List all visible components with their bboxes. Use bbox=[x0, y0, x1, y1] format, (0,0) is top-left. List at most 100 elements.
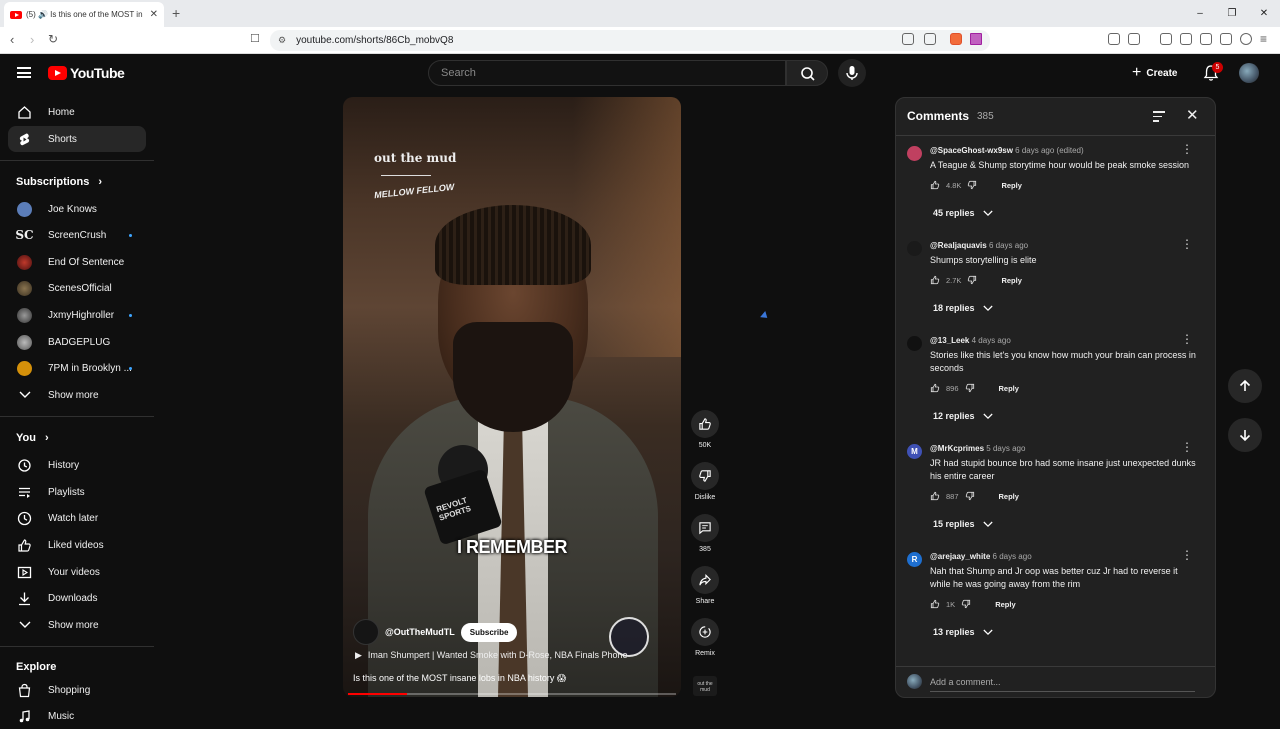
more-actions-icon[interactable]: ⋮ bbox=[1181, 441, 1193, 453]
search-button[interactable] bbox=[786, 60, 828, 86]
share-page-icon[interactable] bbox=[924, 33, 936, 45]
show-more-subscriptions[interactable]: Show more bbox=[8, 382, 146, 408]
sidebar-toggle-icon[interactable] bbox=[1180, 33, 1192, 45]
search-input[interactable]: Search bbox=[428, 60, 786, 86]
channel-avatar[interactable] bbox=[353, 619, 379, 645]
sidebar-item-home[interactable]: Home bbox=[8, 99, 146, 125]
shorts-video-player[interactable]: out the mud MELLOW FELLOW REVOLT SPORTS … bbox=[343, 97, 681, 697]
sidebar-item-subscription[interactable]: SC ScreenCrush bbox=[8, 222, 146, 248]
restore-button[interactable]: ❐ bbox=[1216, 0, 1248, 27]
brave-shields-icon[interactable] bbox=[950, 33, 962, 45]
close-tab-icon[interactable]: ✕ bbox=[150, 9, 158, 20]
reload-icon[interactable]: ↻ bbox=[48, 32, 58, 46]
sound-thumbnail[interactable]: out the mud bbox=[693, 676, 717, 696]
back-icon[interactable]: ‹ bbox=[10, 32, 14, 47]
comment-like-icon[interactable] bbox=[930, 599, 940, 609]
comment-like-icon[interactable] bbox=[930, 275, 940, 285]
view-replies-button[interactable]: 18 replies bbox=[933, 303, 993, 313]
comment-dislike-icon[interactable] bbox=[961, 599, 971, 609]
view-replies-button[interactable]: 13 replies bbox=[933, 627, 993, 637]
sidebar-item-liked-videos[interactable]: Liked videos bbox=[8, 532, 146, 558]
commenter-avatar[interactable]: M bbox=[907, 444, 922, 459]
commenter-avatar[interactable] bbox=[907, 241, 922, 256]
channel-handle[interactable]: @OutTheMudTL bbox=[385, 627, 455, 637]
comment-author[interactable]: @13_Leek bbox=[930, 336, 969, 345]
more-actions-icon[interactable]: ⋮ bbox=[1181, 143, 1193, 155]
sidebar-item-playlists[interactable]: Playlists bbox=[8, 479, 146, 505]
sidebar-item-subscription[interactable]: Joe Knows bbox=[8, 196, 146, 222]
like-button[interactable]: 50K bbox=[691, 410, 719, 449]
extensions-icon[interactable] bbox=[1108, 33, 1120, 45]
media-icon[interactable] bbox=[1160, 33, 1172, 45]
site-info-icon[interactable]: ⚙ bbox=[278, 35, 286, 46]
forward-icon[interactable]: › bbox=[30, 32, 34, 47]
comment-dislike-icon[interactable] bbox=[965, 491, 975, 501]
more-actions-icon[interactable]: ⋮ bbox=[1181, 333, 1193, 345]
related-video-link[interactable]: ▶ Iman Shumpert | Wanted Smoke with D-Ro… bbox=[355, 650, 628, 661]
sidebar-item-subscription[interactable]: 7PM in Brooklyn ... bbox=[8, 355, 146, 381]
close-window-button[interactable]: ✕ bbox=[1248, 0, 1280, 27]
reader-icon[interactable] bbox=[1128, 33, 1140, 45]
address-bar[interactable]: ⚙ youtube.com/shorts/86Cb_mobvQ8 bbox=[270, 30, 990, 51]
dislike-button[interactable]: Dislike bbox=[691, 462, 719, 501]
youtube-logo[interactable]: YouTube bbox=[48, 65, 125, 81]
sidebar-item-your-videos[interactable]: Your videos bbox=[8, 559, 146, 585]
more-actions-icon[interactable]: ⋮ bbox=[1181, 549, 1193, 561]
sort-icon[interactable] bbox=[1153, 111, 1165, 125]
view-replies-button[interactable]: 45 replies bbox=[933, 208, 993, 218]
comment-like-icon[interactable] bbox=[930, 383, 940, 393]
reply-button[interactable]: Reply bbox=[999, 384, 1019, 393]
comment-author[interactable]: @Realjaquavis bbox=[930, 241, 987, 250]
browser-tab[interactable]: (5) 🔊 Is this one of the MOST in ✕ bbox=[4, 2, 164, 27]
minimize-button[interactable]: – bbox=[1184, 0, 1216, 27]
share-button[interactable]: Share bbox=[691, 566, 719, 605]
sidebar-item-subscription[interactable]: ScenesOfficial bbox=[8, 275, 146, 301]
commenter-avatar[interactable]: R bbox=[907, 552, 922, 567]
comment-author[interactable]: @MrKcprimes bbox=[930, 444, 984, 453]
comment-author[interactable]: @arejaay_white bbox=[930, 552, 990, 561]
comment-dislike-icon[interactable] bbox=[967, 275, 977, 285]
menu-icon[interactable]: ≡ bbox=[1260, 32, 1267, 46]
subscriptions-heading[interactable]: Subscriptions › bbox=[16, 176, 102, 188]
wallet-icon[interactable] bbox=[1200, 33, 1212, 45]
leo-ai-icon[interactable] bbox=[1220, 33, 1232, 45]
you-heading[interactable]: You › bbox=[16, 432, 49, 444]
sidebar-item-downloads[interactable]: Downloads bbox=[8, 585, 146, 611]
next-short-button[interactable] bbox=[1228, 418, 1262, 452]
vpn-icon[interactable] bbox=[1240, 33, 1252, 45]
remix-button[interactable]: Remix bbox=[691, 618, 719, 657]
url-text[interactable]: youtube.com/shorts/86Cb_mobvQ8 bbox=[296, 35, 453, 46]
view-replies-button[interactable]: 12 replies bbox=[933, 411, 993, 421]
reply-button[interactable]: Reply bbox=[999, 492, 1019, 501]
sidebar-item-subscription[interactable]: JxmyHighroller bbox=[8, 302, 146, 328]
voice-search-button[interactable] bbox=[838, 59, 866, 87]
previous-short-button[interactable] bbox=[1228, 369, 1262, 403]
commenter-avatar[interactable] bbox=[907, 336, 922, 351]
sidebar-item-history[interactable]: History bbox=[8, 452, 146, 478]
account-avatar[interactable] bbox=[1239, 63, 1259, 83]
bookmark-icon[interactable]: ☐ bbox=[250, 32, 260, 45]
reply-button[interactable]: Reply bbox=[1001, 181, 1021, 190]
show-more-you[interactable]: Show more bbox=[8, 612, 146, 638]
comments-button[interactable]: 385 bbox=[691, 514, 719, 553]
comment-dislike-icon[interactable] bbox=[965, 383, 975, 393]
brave-rewards-icon[interactable] bbox=[970, 33, 982, 45]
reply-button[interactable]: Reply bbox=[1001, 276, 1021, 285]
sidebar-item-shorts[interactable]: Shorts bbox=[8, 126, 146, 152]
comment-like-icon[interactable] bbox=[930, 491, 940, 501]
subscribe-button[interactable]: Subscribe bbox=[460, 622, 518, 642]
create-button[interactable]: + Create bbox=[1132, 62, 1177, 84]
sidebar-item-subscription[interactable]: BADGEPLUG bbox=[8, 329, 146, 355]
more-actions-icon[interactable]: ⋮ bbox=[1181, 238, 1193, 250]
video-progress-bar[interactable] bbox=[348, 693, 676, 695]
sidebar-item-subscription[interactable]: End Of Sentence bbox=[8, 249, 146, 275]
screen-icon[interactable] bbox=[902, 33, 914, 45]
new-tab-button[interactable]: + bbox=[172, 5, 180, 21]
commenter-avatar[interactable] bbox=[907, 146, 922, 161]
sidebar-item-shopping[interactable]: Shopping bbox=[8, 677, 146, 703]
comment-like-icon[interactable] bbox=[930, 180, 940, 190]
comment-dislike-icon[interactable] bbox=[967, 180, 977, 190]
sidebar-item-music[interactable]: Music bbox=[8, 703, 146, 729]
sidebar-item-watch-later[interactable]: Watch later bbox=[8, 505, 146, 531]
guide-menu-icon[interactable] bbox=[17, 67, 31, 78]
